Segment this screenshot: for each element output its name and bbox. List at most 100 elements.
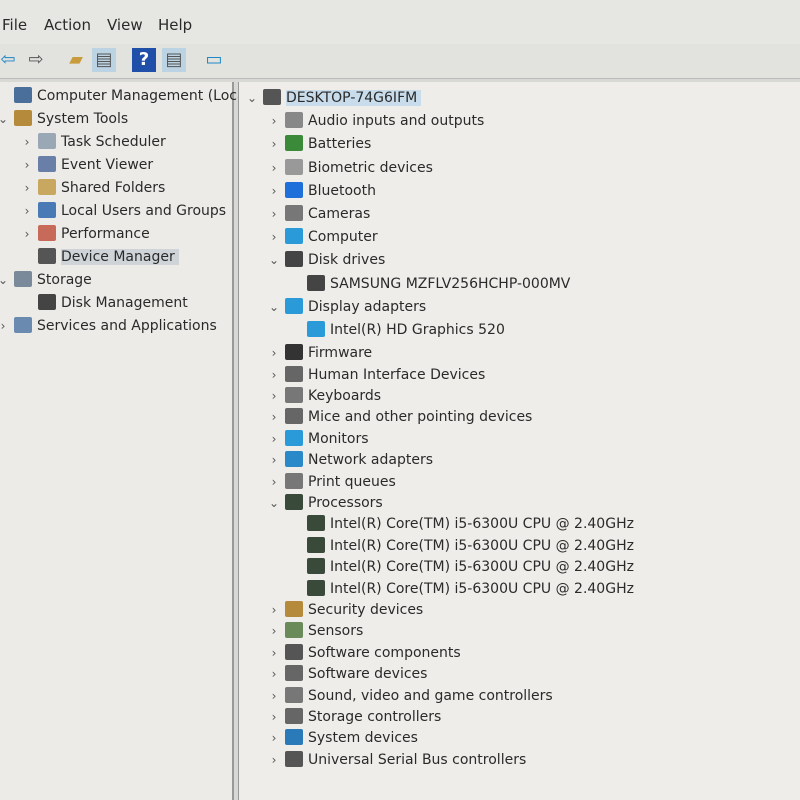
back-arrow-icon[interactable]: ⇦ xyxy=(0,48,20,72)
monitor-icon[interactable]: ▭ xyxy=(202,48,226,72)
tree-item-label: Network adapters xyxy=(308,452,433,469)
tree-item[interactable]: › Storage controllers xyxy=(267,706,441,728)
chevron-down-icon[interactable]: ⌄ xyxy=(245,87,259,109)
tree-item[interactable]: Intel(R) Core(TM) i5-6300U CPU @ 2.40GHz xyxy=(289,578,634,600)
tree-item-label: Intel(R) Core(TM) i5-6300U CPU @ 2.40GHz xyxy=(330,580,634,597)
tree-item-label: Shared Folders xyxy=(61,180,166,196)
chevron-right-icon[interactable]: › xyxy=(267,406,281,428)
tree-item[interactable]: Device Manager xyxy=(20,246,179,268)
chevron-down-icon[interactable]: ⌄ xyxy=(267,249,281,271)
chevron-right-icon[interactable]: › xyxy=(20,154,34,176)
tree-item[interactable]: › Task Scheduler xyxy=(20,131,166,153)
chevron-right-icon[interactable]: › xyxy=(267,428,281,450)
tree-item[interactable]: ⌄ Processors xyxy=(267,492,383,514)
firmware-icon xyxy=(285,344,303,361)
tree-item[interactable]: › Print queues xyxy=(267,471,396,493)
tree-item[interactable]: › Network adapters xyxy=(267,449,433,471)
tree-item[interactable]: ⌄ Display adapters xyxy=(267,296,426,318)
forward-arrow-icon[interactable]: ⇨ xyxy=(24,48,48,72)
tree-item[interactable]: ⌄ System Tools xyxy=(0,108,128,130)
processor-icon xyxy=(307,515,325,532)
chevron-right-icon[interactable]: › xyxy=(267,110,281,132)
chevron-right-icon[interactable]: › xyxy=(20,223,34,245)
tree-item[interactable]: › Local Users and Groups xyxy=(20,200,226,222)
tree-item[interactable]: ⌄ Disk drives xyxy=(267,249,385,271)
tree-item[interactable]: Computer Management (Local) xyxy=(0,85,255,107)
chevron-right-icon[interactable]: › xyxy=(267,385,281,407)
chevron-right-icon[interactable]: › xyxy=(267,342,281,364)
tree-item[interactable]: › Batteries xyxy=(267,133,371,155)
chevron-right-icon[interactable]: › xyxy=(267,471,281,493)
tree-item[interactable]: Intel(R) HD Graphics 520 xyxy=(289,319,505,341)
chevron-right-icon[interactable]: › xyxy=(267,706,281,728)
chevron-right-icon[interactable]: › xyxy=(267,599,281,621)
tree-item[interactable]: › Cameras xyxy=(267,203,370,225)
tree-item[interactable]: › Keyboards xyxy=(267,385,381,407)
tree-item[interactable]: › Mice and other pointing devices xyxy=(267,406,532,428)
chevron-right-icon[interactable]: › xyxy=(267,685,281,707)
tree-item[interactable]: › Biometric devices xyxy=(267,157,433,179)
tree-item[interactable]: › Shared Folders xyxy=(20,177,165,199)
tree-item[interactable]: › Services and Applications xyxy=(0,315,217,337)
tree-item[interactable]: › Software components xyxy=(267,642,461,664)
menu-help[interactable]: Help xyxy=(158,16,192,34)
chevron-right-icon[interactable]: › xyxy=(267,663,281,685)
up-folder-icon[interactable]: ▰ xyxy=(64,48,88,72)
sound-icon xyxy=(285,686,303,703)
chevron-right-icon[interactable]: › xyxy=(267,133,281,155)
tree-item[interactable]: Intel(R) Core(TM) i5-6300U CPU @ 2.40GHz xyxy=(289,535,634,557)
chevron-right-icon[interactable]: › xyxy=(0,315,10,337)
tree-item-label: Disk Management xyxy=(61,295,188,311)
tree-item[interactable]: SAMSUNG MZFLV256HCHP-000MV xyxy=(289,273,570,295)
chevron-right-icon[interactable]: › xyxy=(267,203,281,225)
tree-item[interactable]: ⌄ DESKTOP-74G6IFM xyxy=(245,87,422,109)
tree-item[interactable]: › Firmware xyxy=(267,342,372,364)
chevron-right-icon[interactable]: › xyxy=(20,131,34,153)
chevron-right-icon[interactable]: › xyxy=(267,157,281,179)
tree-item[interactable]: › Bluetooth xyxy=(267,180,376,202)
disk-icon xyxy=(38,294,56,310)
properties-icon[interactable]: ▤ xyxy=(162,48,186,72)
chevron-right-icon[interactable]: › xyxy=(267,364,281,386)
chevron-down-icon[interactable]: ⌄ xyxy=(267,492,281,514)
chevron-right-icon[interactable]: › xyxy=(20,200,34,222)
menu-action[interactable]: Action xyxy=(44,16,91,34)
tree-item[interactable]: › Software devices xyxy=(267,663,427,685)
tree-item[interactable]: › Audio inputs and outputs xyxy=(267,110,484,132)
chevron-right-icon[interactable]: › xyxy=(267,180,281,202)
tree-item[interactable]: › Universal Serial Bus controllers xyxy=(267,749,526,771)
tree-item[interactable]: Disk Management xyxy=(20,292,188,314)
tree-item-label: Biometric devices xyxy=(308,159,433,176)
chevron-right-icon[interactable]: › xyxy=(267,642,281,664)
console-tree-pane: Computer Management (Local) ⌄ System Tools… xyxy=(0,82,255,800)
chevron-down-icon[interactable]: ⌄ xyxy=(267,296,281,318)
tree-item[interactable]: › Human Interface Devices xyxy=(267,364,485,386)
software-component-icon xyxy=(285,643,303,660)
chevron-right-icon[interactable]: › xyxy=(267,226,281,248)
tree-item[interactable]: › Event Viewer xyxy=(20,154,153,176)
chevron-right-icon[interactable]: › xyxy=(267,620,281,642)
tree-item[interactable]: › Performance xyxy=(20,223,150,245)
tree-item[interactable]: Intel(R) Core(TM) i5-6300U CPU @ 2.40GHz xyxy=(289,513,634,535)
tree-item[interactable]: Intel(R) Core(TM) i5-6300U CPU @ 2.40GHz xyxy=(289,556,634,578)
tree-item-label: Keyboards xyxy=(308,388,382,404)
chevron-down-icon[interactable]: ⌄ xyxy=(0,108,10,130)
menu-view[interactable]: View xyxy=(107,16,143,34)
help-icon[interactable]: ? xyxy=(132,48,156,72)
menu-file[interactable]: File xyxy=(2,16,27,34)
tree-item[interactable]: › Computer xyxy=(267,226,378,248)
tree-item[interactable]: › Sound, video and game controllers xyxy=(267,685,553,707)
chevron-right-icon[interactable]: › xyxy=(267,449,281,471)
battery-icon xyxy=(285,135,303,152)
show-hide-console-tree-icon[interactable]: ▤ xyxy=(92,48,116,72)
tree-item[interactable]: › Sensors xyxy=(267,620,363,642)
tree-item-label: Task Scheduler xyxy=(61,134,166,150)
chevron-right-icon[interactable]: › xyxy=(267,749,281,771)
tree-item[interactable]: › Security devices xyxy=(267,599,423,621)
chevron-right-icon[interactable]: › xyxy=(267,727,281,749)
tree-item[interactable]: › System devices xyxy=(267,727,418,749)
tree-item[interactable]: ⌄ Storage xyxy=(0,269,92,291)
chevron-down-icon[interactable]: ⌄ xyxy=(0,269,10,291)
tree-item[interactable]: › Monitors xyxy=(267,428,369,450)
chevron-right-icon[interactable]: › xyxy=(20,177,34,199)
